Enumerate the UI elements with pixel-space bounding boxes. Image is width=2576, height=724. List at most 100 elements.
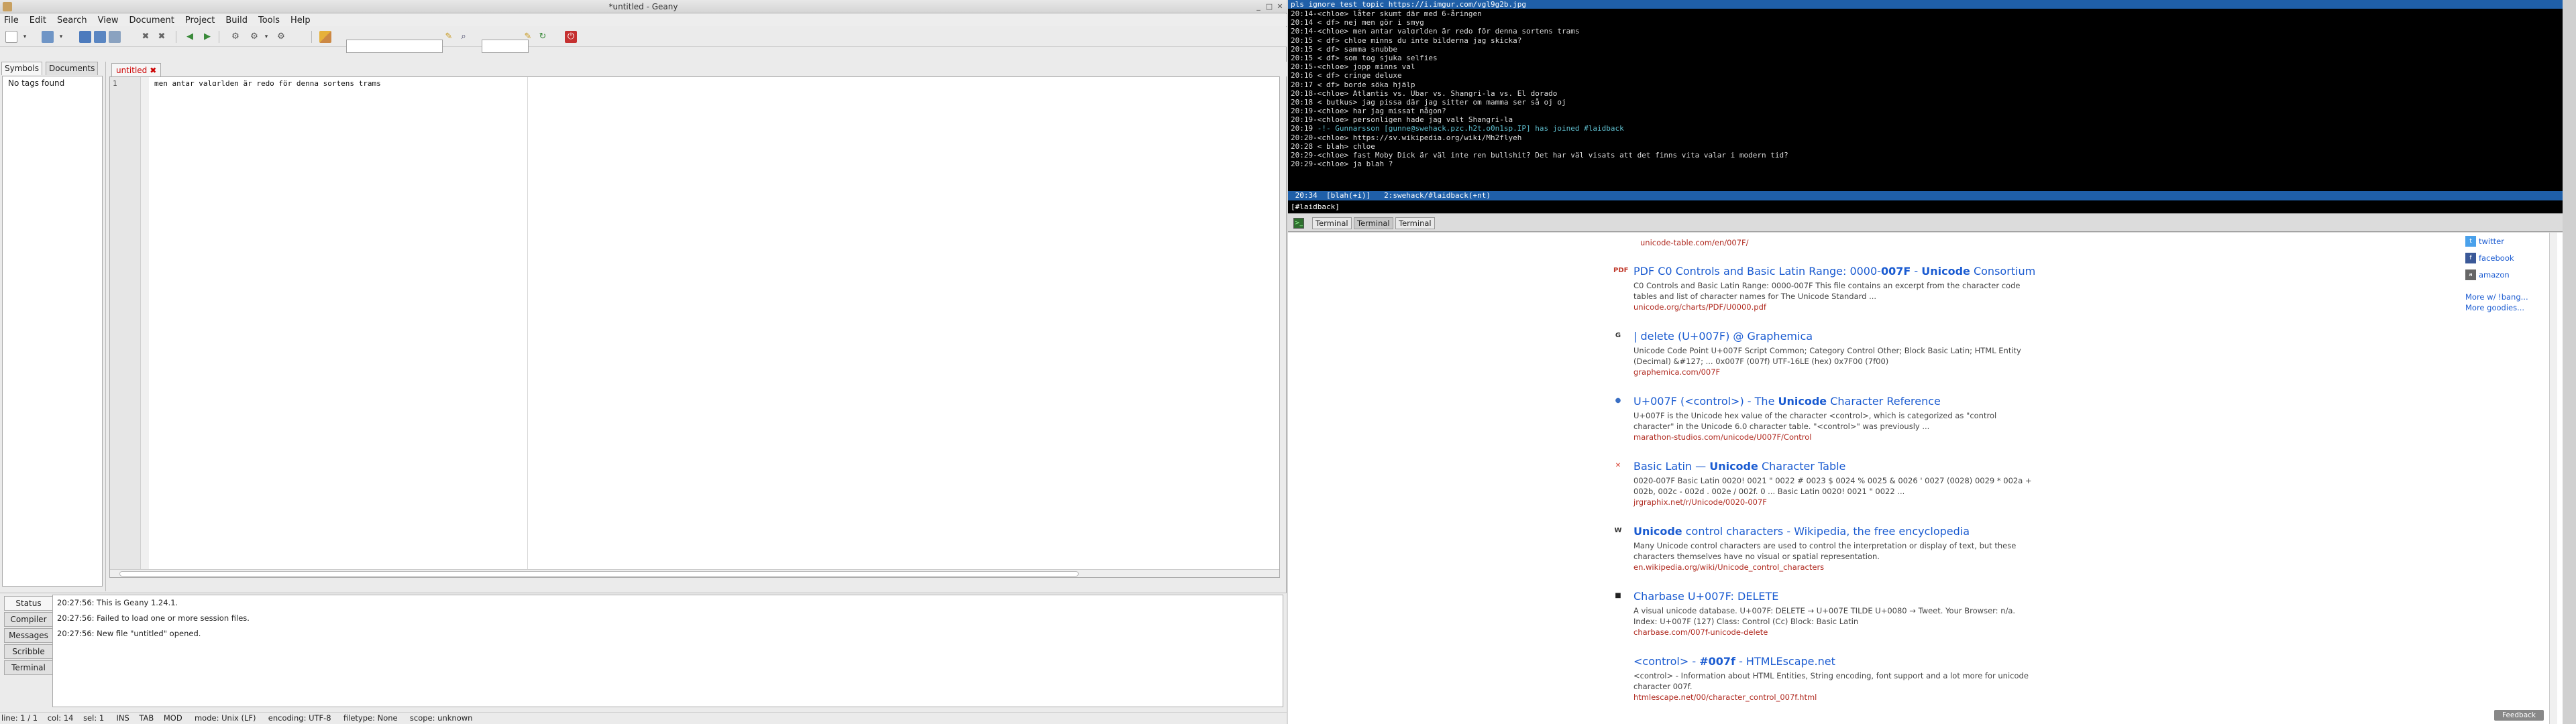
more-bang-link[interactable]: More w/ !bang...	[2465, 292, 2528, 302]
favicon-icon	[1613, 656, 1623, 666]
share-link-twitter[interactable]: t twitter	[2465, 233, 2514, 249]
tab-untitled[interactable]: untitled ✖	[111, 63, 162, 76]
execute-icon[interactable]: ⚙	[275, 31, 287, 43]
status-bar: line: 1 / 1 col: 14 sel: 1 INS TAB MOD m…	[0, 712, 1287, 724]
open-dropdown-icon[interactable]: ▾	[55, 31, 67, 43]
build-icon[interactable]: ⚙	[248, 31, 260, 43]
tab-documents[interactable]: Documents	[46, 62, 99, 75]
quit-icon[interactable]: ⏻	[565, 31, 577, 43]
result-title[interactable]: Basic Latin — Unicode Character Table	[1633, 459, 2036, 474]
result-title[interactable]: Charbase U+007F: DELETE	[1633, 589, 2036, 604]
tab-terminal[interactable]: Terminal	[4, 660, 52, 675]
result-url[interactable]: en.wikipedia.org/wiki/Unicode_control_ch…	[1633, 562, 2036, 572]
scrollbar-thumb[interactable]	[119, 571, 1079, 577]
toolbar: ▾ ▾ ✖ ✖ ◀ ▶ ⚙ ⚙ ▾ ⚙ ✎ ⌕ ✎ ↻ ⏻	[0, 27, 1287, 47]
share-link-facebook[interactable]: f facebook	[2465, 249, 2514, 266]
result-url[interactable]: jrgraphix.net/r/Unicode/0020-007F	[1633, 497, 2036, 507]
close-icon[interactable]: ✕	[1276, 3, 1284, 11]
chat-line: 20:20-<chloe> https://sv.wikipedia.org/w…	[1291, 133, 1788, 142]
chat-nick: -<chloe>	[1313, 9, 1349, 18]
close-tab-icon[interactable]: ✖	[150, 64, 156, 76]
redo-icon[interactable]: ▶	[201, 31, 213, 43]
reload-icon[interactable]	[109, 31, 121, 43]
menu-file[interactable]: File	[4, 15, 19, 25]
menu-view[interactable]: View	[98, 15, 119, 25]
title-bar: *untitled - Geany _ □ ✕	[0, 0, 1287, 13]
close-file-icon[interactable]: ✖	[140, 31, 152, 43]
result-url[interactable]: marathon-studios.com/unicode/U007F/Contr…	[1633, 432, 2036, 442]
result-title[interactable]: | delete (U+007F) @ Graphemica	[1633, 329, 2036, 344]
chat-message: chloe	[1348, 141, 1375, 151]
horizontal-scrollbar[interactable]	[110, 569, 1279, 577]
result-url[interactable]: htmlescape.net/00/character_control_007f…	[1633, 692, 2036, 703]
tab-compiler[interactable]: Compiler	[4, 612, 52, 627]
result-title[interactable]: <control> - #007f - HTMLEscape.net	[1633, 654, 2036, 669]
irc-terminal[interactable]: pls ignore test topic https://i.imgur.co…	[1288, 0, 2563, 213]
chat-message: chloe minns du inte bilderna jag skicka?	[1339, 36, 1522, 45]
code-editor[interactable]: 1 men antar valɑrlden är redo för denna …	[109, 76, 1280, 578]
message-window: Status Compiler Messages Scribble Termin…	[0, 593, 1287, 712]
result-url[interactable]: graphemica.com/007F	[1633, 367, 2036, 377]
tab-scribble[interactable]: Scribble	[4, 644, 52, 659]
undo-icon[interactable]: ◀	[184, 31, 196, 43]
chat-message: personligen hade jag valt Shangri-la	[1348, 115, 1513, 125]
chat-line: 20:29-<chloe> ja blah ?	[1291, 160, 1788, 168]
menu-help[interactable]: Help	[290, 15, 311, 25]
share-link-amazon[interactable]: a amazon	[2465, 266, 2514, 283]
new-dropdown-icon[interactable]: ▾	[19, 31, 31, 43]
chat-nick: < df>	[1313, 71, 1340, 80]
tab-symbols[interactable]: Symbols	[1, 62, 42, 75]
menu-build[interactable]: Build	[225, 15, 248, 25]
chat-time: 20:19	[1291, 124, 1313, 133]
open-file-icon[interactable]	[42, 31, 54, 43]
vertical-scrollbar[interactable]	[2549, 233, 2557, 724]
result-title[interactable]: U+007F (<control>) - The Unicode Charact…	[1633, 394, 2036, 409]
find-icon[interactable]: ⌕	[458, 31, 470, 43]
terminal-tab[interactable]: Terminal	[1312, 217, 1352, 229]
save-icon[interactable]	[79, 31, 91, 43]
goto-line-input[interactable]	[482, 40, 529, 53]
new-file-icon[interactable]	[5, 31, 17, 43]
color-chooser-icon[interactable]	[319, 31, 331, 43]
result-url[interactable]: unicode-table.com/en/007F/	[1640, 237, 1749, 248]
build-dropdown-icon[interactable]: ▾	[260, 31, 272, 43]
minimize-icon[interactable]: _	[1254, 3, 1263, 11]
save-all-icon[interactable]	[94, 31, 106, 43]
search-clear-icon[interactable]: ✎	[443, 31, 455, 43]
favicon-icon: ✕	[1615, 462, 1621, 469]
result-title[interactable]: PDF C0 Controls and Basic Latin Range: 0…	[1633, 264, 2036, 279]
menu-tools[interactable]: Tools	[258, 15, 280, 25]
code-line[interactable]: men antar valɑrlden är redo för denna so…	[154, 79, 381, 88]
menu-project[interactable]: Project	[185, 15, 215, 25]
favicon-icon: ■	[1615, 592, 1621, 599]
chat-line: 20:16 < df> cringe deluxe	[1291, 71, 1788, 80]
close-all-icon[interactable]: ✖	[156, 31, 168, 43]
result-url[interactable]: charbase.com/007f-unicode-delete	[1633, 627, 2036, 638]
feedback-button[interactable]: Feedback	[2494, 710, 2544, 721]
menu-search[interactable]: Search	[57, 15, 87, 25]
maximize-icon[interactable]: □	[1265, 3, 1273, 11]
facebook-icon: f	[2465, 252, 2476, 263]
irc-input-prompt[interactable]: [#laidback]	[1291, 202, 1340, 212]
tab-messages[interactable]: Messages	[4, 628, 52, 643]
terminal-tab[interactable]: Terminal	[1395, 217, 1435, 229]
result-title[interactable]: Unicode control characters - Wikipedia, …	[1633, 524, 2036, 539]
menu-document[interactable]: Document	[129, 15, 174, 25]
chat-message: samma snubbe	[1339, 44, 1397, 54]
chat-line: 20:18 < butkus> jag pissa där jag sitter…	[1291, 98, 1788, 107]
menu-edit[interactable]: Edit	[30, 15, 46, 25]
chat-line: 20:14 < df> nej men gör i smyg	[1291, 18, 1788, 27]
search-input[interactable]	[346, 40, 443, 53]
result-url[interactable]: unicode.org/charts/PDF/U0000.pdf	[1633, 302, 2036, 312]
chat-nick: < df>	[1313, 53, 1340, 62]
chat-time: 20:20	[1291, 133, 1313, 142]
jump-icon[interactable]: ↻	[537, 31, 549, 43]
chat-message: jag pissa där jag sitter om mamma ser så…	[1357, 97, 1566, 107]
tab-status[interactable]: Status	[4, 596, 52, 611]
terminal-tab[interactable]: Terminal	[1354, 217, 1393, 229]
compile-icon[interactable]: ⚙	[229, 31, 241, 43]
result-snippet: 0020-007F Basic Latin 0020! 0021 " 0022 …	[1633, 476, 2032, 496]
chat-log: 20:14-<chloe> låter skumt där med 6-årin…	[1291, 9, 1788, 168]
more-goodies-link[interactable]: More goodies...	[2465, 302, 2528, 313]
chat-message: borde söka hjälp	[1339, 80, 1415, 89]
